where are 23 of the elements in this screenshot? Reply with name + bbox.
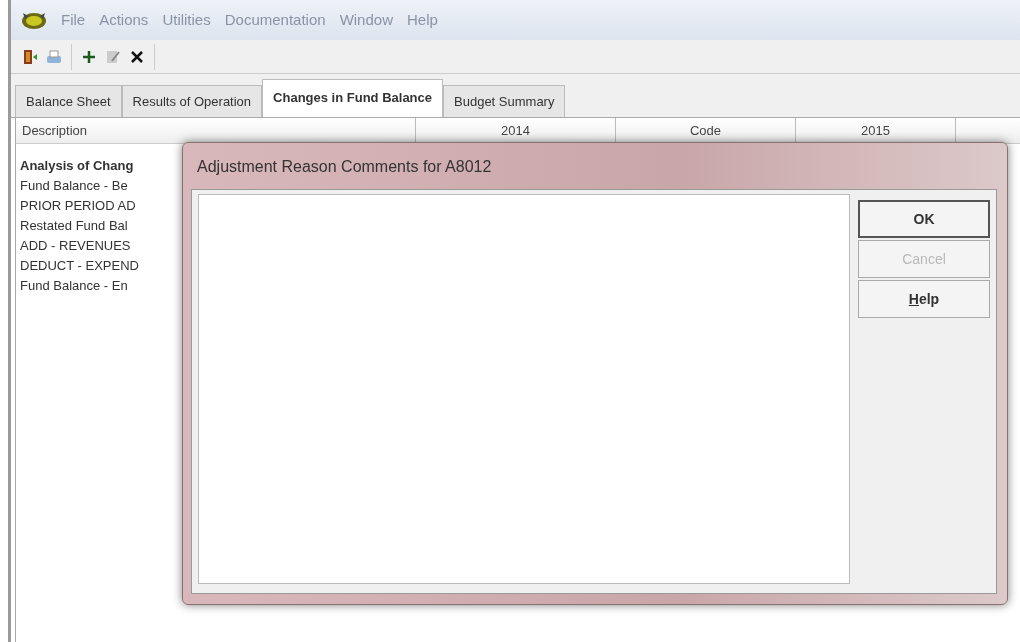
- comment-field[interactable]: [198, 194, 850, 584]
- menu-item[interactable]: Documentation: [224, 8, 326, 32]
- door-icon[interactable]: [21, 47, 39, 66]
- menu-item[interactable]: File: [61, 8, 86, 32]
- tab[interactable]: Changes in Fund Balance: [262, 78, 443, 117]
- row-label: ADD - REVENUES: [20, 237, 131, 255]
- row-label: DEDUCT - EXPEND: [20, 257, 139, 275]
- dialog-title: Adjustment Reason Comments for A8012: [197, 157, 492, 177]
- menu-item[interactable]: Help: [407, 8, 438, 32]
- menu-item[interactable]: Actions: [99, 8, 149, 32]
- dialog-button[interactable]: OK: [858, 200, 990, 238]
- row-label: Fund Balance - Be: [20, 177, 128, 195]
- tab[interactable]: Results of Operation: [121, 84, 263, 117]
- tab[interactable]: Budget Summary: [443, 84, 566, 117]
- app-logo-icon: [21, 10, 47, 30]
- menu-item[interactable]: Window: [339, 8, 393, 32]
- row-label: Analysis of Chang: [20, 157, 134, 175]
- dialog-button[interactable]: Help: [858, 280, 990, 318]
- menu-item[interactable]: Utilities: [162, 8, 211, 32]
- row-label: Restated Fund Bal: [20, 217, 128, 235]
- row-label: PRIOR PERIOD AD: [20, 197, 136, 215]
- row-label: Fund Balance - En: [20, 277, 128, 295]
- tab[interactable]: Balance Sheet: [15, 84, 122, 117]
